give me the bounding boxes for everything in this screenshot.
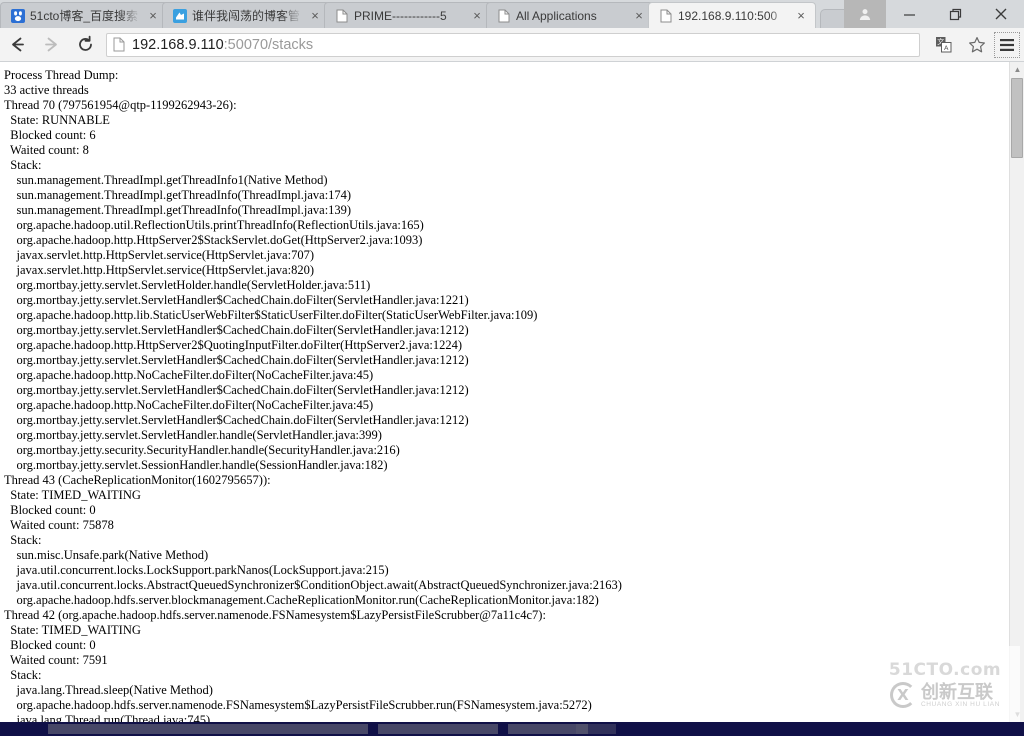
scroll-down-arrow-icon[interactable]: ▼ (1010, 707, 1024, 722)
page-icon (497, 9, 511, 23)
page-viewport: Process Thread Dump: 33 active threads T… (0, 62, 1009, 722)
taskbar-item[interactable] (48, 724, 368, 734)
browser-tab-2[interactable]: 谁伴我闯荡的博客管 × (162, 2, 330, 28)
address-bar[interactable]: 192.168.9.110:50070/stacks (106, 32, 920, 57)
page-info-icon (113, 37, 125, 52)
browser-menu-icon[interactable] (994, 31, 1020, 58)
back-button[interactable] (0, 28, 34, 62)
thread-dump-text: Process Thread Dump: 33 active threads T… (4, 68, 622, 722)
minimize-button[interactable] (886, 0, 932, 28)
baidu-paw-icon (11, 8, 25, 23)
browser-window: 51cto博客_百度搜索 × 谁伴我闯荡的博客管 × PRIME--------… (0, 0, 1024, 736)
tab-close-icon[interactable]: × (631, 9, 647, 22)
svg-text:A: A (943, 44, 948, 52)
tab-close-icon[interactable]: × (307, 9, 323, 22)
toolbar-right-actions: 文A (926, 28, 1024, 62)
blog-icon (173, 8, 187, 23)
tab-close-icon[interactable]: × (145, 9, 161, 22)
bookmark-star-icon[interactable] (960, 28, 994, 62)
browser-tab-3[interactable]: PRIME------------5 × (324, 2, 492, 28)
browser-tab-1[interactable]: 51cto博客_百度搜索 × (0, 2, 168, 28)
url-path-text: :50070/stacks (223, 36, 314, 53)
browser-tab-4[interactable]: All Applications × (486, 2, 654, 28)
browser-chrome: 51cto博客_百度搜索 × 谁伴我闯荡的博客管 × PRIME--------… (0, 0, 1024, 62)
browser-toolbar: 192.168.9.110:50070/stacks 文A (0, 28, 1024, 62)
translate-icon[interactable]: 文A (926, 28, 960, 62)
browser-tab-5-active[interactable]: 192.168.9.110:500 × (648, 2, 816, 28)
url-host-text: 192.168.9.110 (132, 36, 224, 53)
scrollbar-thumb[interactable] (1011, 78, 1023, 158)
close-button[interactable] (978, 0, 1024, 28)
tab-title: 谁伴我闯荡的博客管 (192, 8, 301, 23)
window-controls (844, 0, 1024, 28)
vertical-scrollbar[interactable]: ▲ ▼ (1009, 62, 1024, 722)
tab-title: 51cto博客_百度搜索 (30, 8, 139, 23)
os-taskbar[interactable] (0, 722, 1024, 736)
tab-close-icon[interactable]: × (793, 9, 809, 22)
tab-title: All Applications (516, 8, 597, 23)
reload-button[interactable] (68, 28, 102, 62)
tab-title: PRIME------------5 (354, 8, 447, 23)
taskbar-item[interactable] (576, 724, 616, 734)
profile-icon[interactable] (844, 0, 886, 28)
forward-button[interactable] (34, 28, 68, 62)
page-icon (659, 9, 673, 23)
tab-close-icon[interactable]: × (469, 9, 485, 22)
page-icon (335, 9, 349, 23)
maximize-button[interactable] (932, 0, 978, 28)
taskbar-item[interactable] (378, 724, 498, 734)
scroll-up-arrow-icon[interactable]: ▲ (1010, 62, 1024, 77)
tab-title: 192.168.9.110:500 (678, 8, 778, 23)
